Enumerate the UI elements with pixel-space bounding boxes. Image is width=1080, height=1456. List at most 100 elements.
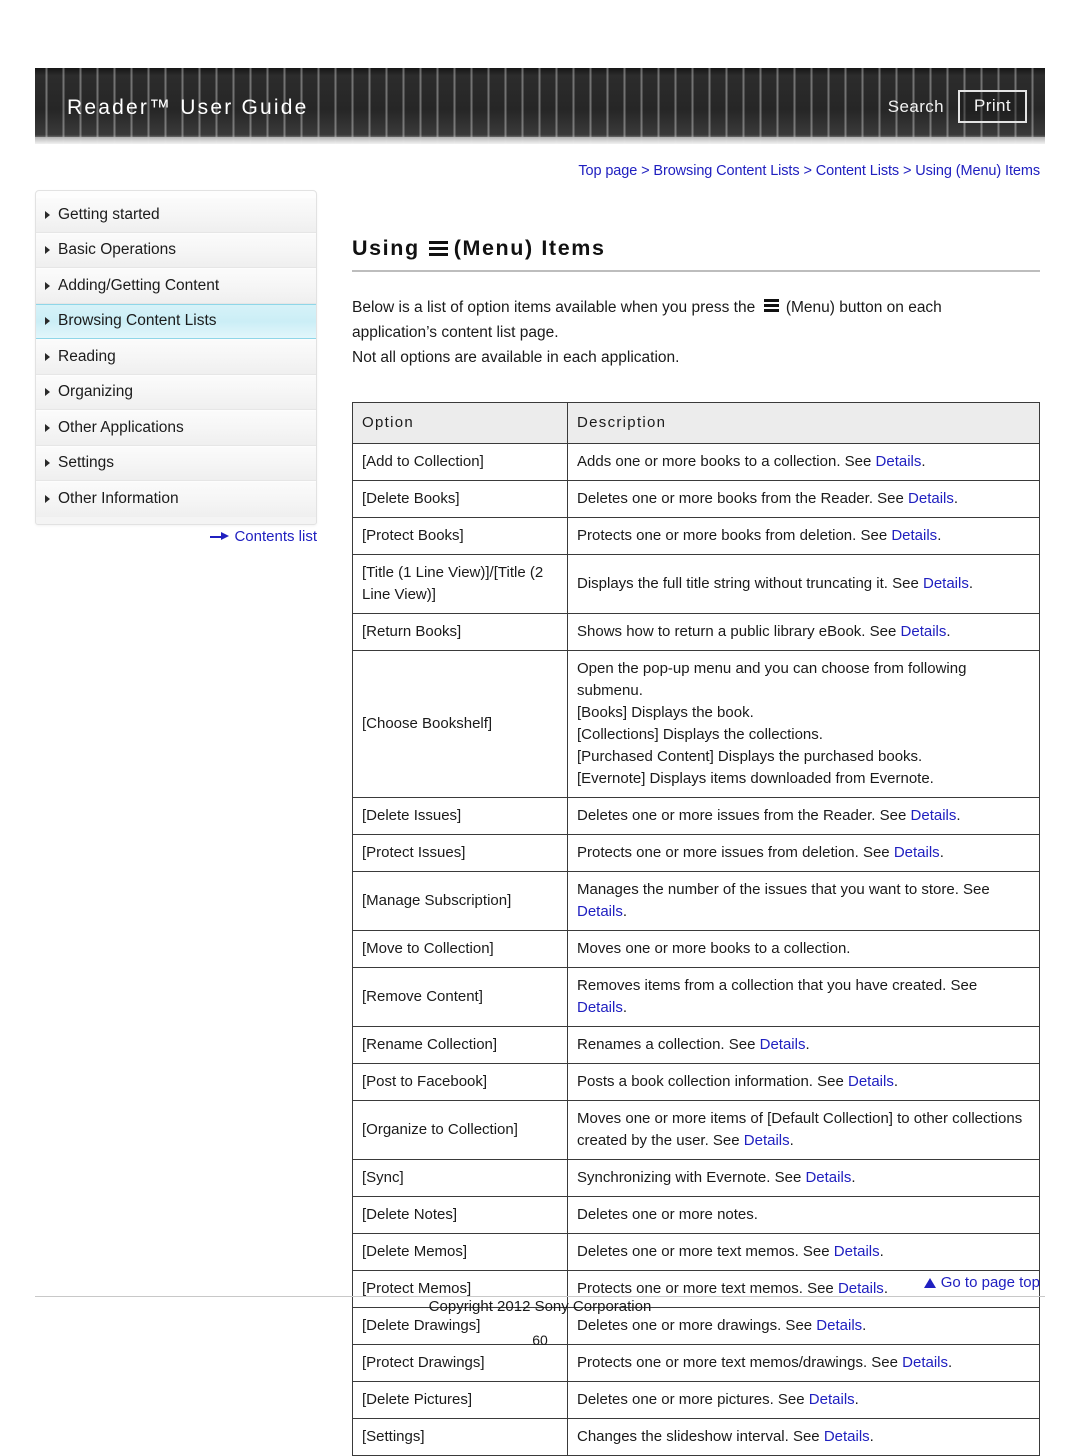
option-cell: [Choose Bookshelf] bbox=[352, 650, 568, 799]
option-cell: [Organize to Collection] bbox=[352, 1100, 568, 1161]
table-row: [Delete Issues] Deletes one or more issue… bbox=[352, 797, 1040, 836]
description-tail: . bbox=[883, 1280, 888, 1298]
chevron-right-icon bbox=[45, 423, 50, 432]
sidebar-item-label: Other Applications bbox=[58, 418, 184, 436]
description-cell: Moves one or more books to a collection. bbox=[567, 930, 1040, 969]
sidebar-item-adding-getting-content[interactable]: Adding/Getting Content bbox=[36, 268, 316, 304]
contents-list-label: Contents list bbox=[234, 528, 317, 545]
details-link[interactable]: Details bbox=[577, 903, 623, 920]
intro-line-2: application’s content list page. bbox=[352, 324, 559, 342]
header-banner: Reader™ User Guide Search Print bbox=[35, 68, 1045, 144]
description-tail: . bbox=[937, 527, 942, 545]
table-row: [Delete Books] Deletes one or more books … bbox=[352, 480, 1040, 519]
details-link[interactable]: Details bbox=[876, 453, 922, 470]
chevron-right-icon bbox=[45, 210, 50, 219]
description-line: Protects one or more books from deletion… bbox=[577, 525, 1030, 547]
details-link[interactable]: Details bbox=[824, 1428, 870, 1445]
details-link[interactable]: Details bbox=[911, 807, 957, 824]
description-text: Changes the slideshow interval. See bbox=[577, 1428, 824, 1446]
menu-hamburger-icon-inline bbox=[763, 299, 779, 313]
sidebar-item-other-applications[interactable]: Other Applications bbox=[36, 410, 316, 446]
details-link[interactable]: Details bbox=[744, 1132, 790, 1149]
page-title: Using (Menu) Items bbox=[352, 236, 1040, 273]
column-header-option: Option bbox=[352, 402, 568, 445]
search-link[interactable]: Search bbox=[888, 97, 944, 117]
description-text: Adds one or more books to a collection. … bbox=[577, 453, 876, 471]
description-cell: Shows how to return a public library eBo… bbox=[567, 613, 1040, 652]
description-tail: . bbox=[893, 1073, 899, 1091]
sidebar-item-settings[interactable]: Settings bbox=[36, 445, 316, 481]
description-line: submenu. bbox=[577, 680, 1030, 702]
contents-list-link[interactable]: Contents list bbox=[35, 528, 317, 545]
sidebar-item-label: Reading bbox=[58, 347, 116, 365]
option-cell: [Delete Issues] bbox=[352, 797, 568, 836]
description-line: Manages the number of the issues that yo… bbox=[577, 879, 1030, 901]
description-text: Deletes one or more notes. bbox=[577, 1206, 758, 1224]
app-title: Reader™ User Guide bbox=[67, 96, 309, 119]
details-link[interactable]: Details bbox=[902, 1354, 948, 1371]
sidebar-item-browsing-content-lists[interactable]: Browsing Content Lists bbox=[36, 303, 316, 339]
description-text: Open the pop-up menu and you can choose … bbox=[577, 660, 967, 678]
description-cell: Moves one or more items of [Default Coll… bbox=[567, 1100, 1040, 1161]
description-tail: . bbox=[921, 453, 926, 471]
details-link[interactable]: Details bbox=[891, 527, 937, 544]
description-text: [Collections] Displays the collections. bbox=[577, 726, 823, 744]
intro-line-1: Below is a list of option items availabl… bbox=[352, 295, 1040, 320]
table-header-row: Option Description bbox=[352, 402, 1040, 445]
breadcrumb[interactable]: Top page > Browsing Content Lists > Cont… bbox=[352, 163, 1040, 179]
option-cell: [Move to Collection] bbox=[352, 930, 568, 969]
details-link[interactable]: Details bbox=[809, 1391, 855, 1408]
table-row: [Choose Bookshelf] Open the pop-up menu a… bbox=[352, 650, 1040, 799]
description-cell: Renames a collection. See Details. bbox=[567, 1026, 1040, 1065]
description-text: Manages the number of the issues that yo… bbox=[577, 881, 990, 899]
description-line: created by the user. See Details. bbox=[577, 1130, 1030, 1152]
details-link[interactable]: Details bbox=[901, 623, 947, 640]
description-text: Moves one or more items of [Default Coll… bbox=[577, 1110, 1023, 1128]
sidebar-item-other-information[interactable]: Other Information bbox=[36, 481, 316, 517]
details-link[interactable]: Details bbox=[908, 490, 954, 507]
description-text: Synchronizing with Evernote. See bbox=[577, 1169, 806, 1187]
details-link[interactable]: Details bbox=[577, 999, 623, 1016]
sidebar-item-basic-operations[interactable]: Basic Operations bbox=[36, 232, 316, 268]
description-text: Protects one or more issues from deletio… bbox=[577, 844, 894, 862]
description-line: Moves one or more books to a collection. bbox=[577, 938, 1030, 960]
description-line: [Purchased Content] Displays the purchas… bbox=[577, 746, 1030, 768]
description-text: created by the user. See bbox=[577, 1132, 744, 1150]
table-row: [Protect Issues] Protects one or more iss… bbox=[352, 834, 1040, 873]
table-row: [Settings] Changes the slideshow interval… bbox=[352, 1418, 1040, 1456]
description-cell: Manages the number of the issues that yo… bbox=[567, 871, 1040, 932]
option-cell: [Add to Collection] bbox=[352, 443, 568, 482]
table-row: [Rename Collection] Renames a collection.… bbox=[352, 1026, 1040, 1065]
description-line: Details. bbox=[577, 997, 1030, 1019]
details-link[interactable]: Details bbox=[894, 844, 940, 861]
description-tail: . bbox=[956, 807, 961, 825]
sidebar-item-reading[interactable]: Reading bbox=[36, 339, 316, 375]
chevron-right-icon bbox=[45, 317, 50, 326]
description-text: Deletes one or more pictures. See bbox=[577, 1391, 809, 1409]
option-cell: [Delete Memos] bbox=[352, 1233, 568, 1272]
option-cell: [Post to Facebook] bbox=[352, 1063, 568, 1102]
description-cell: Changes the slideshow interval. See Deta… bbox=[567, 1418, 1040, 1456]
details-link[interactable]: Details bbox=[848, 1073, 894, 1090]
details-link[interactable]: Details bbox=[760, 1036, 806, 1053]
description-line: Deletes one or more pictures. See Detail… bbox=[577, 1389, 1030, 1411]
table-row: [Manage Subscription] Manages the number … bbox=[352, 871, 1040, 932]
details-link[interactable]: Details bbox=[838, 1280, 884, 1297]
description-line: Removes items from a collection that you… bbox=[577, 975, 1030, 997]
print-button[interactable]: Print bbox=[958, 90, 1027, 123]
details-link[interactable]: Details bbox=[834, 1243, 880, 1260]
description-cell: Protects one or more issues from deletio… bbox=[567, 834, 1040, 873]
description-line: Deletes one or more notes. bbox=[577, 1204, 1030, 1226]
description-line: Details. bbox=[577, 901, 1030, 923]
description-text: Protects one or more text memos. See bbox=[577, 1280, 838, 1298]
details-link[interactable]: Details bbox=[923, 575, 969, 592]
table-row: [Title (1 Line View)]/[Title (2 Line Vie… bbox=[352, 554, 1040, 615]
description-line: Adds one or more books to a collection. … bbox=[577, 451, 1030, 473]
description-cell: Deletes one or more text memos. See Deta… bbox=[567, 1233, 1040, 1272]
description-line: Protects one or more text memos/drawings… bbox=[577, 1352, 1030, 1374]
sidebar-item-organizing[interactable]: Organizing bbox=[36, 374, 316, 410]
column-header-description: Description bbox=[567, 402, 1040, 445]
sidebar-item-getting-started[interactable]: Getting started bbox=[36, 197, 316, 233]
go-to-page-top-link[interactable]: Go to page top bbox=[923, 1274, 1040, 1291]
details-link[interactable]: Details bbox=[805, 1169, 851, 1186]
